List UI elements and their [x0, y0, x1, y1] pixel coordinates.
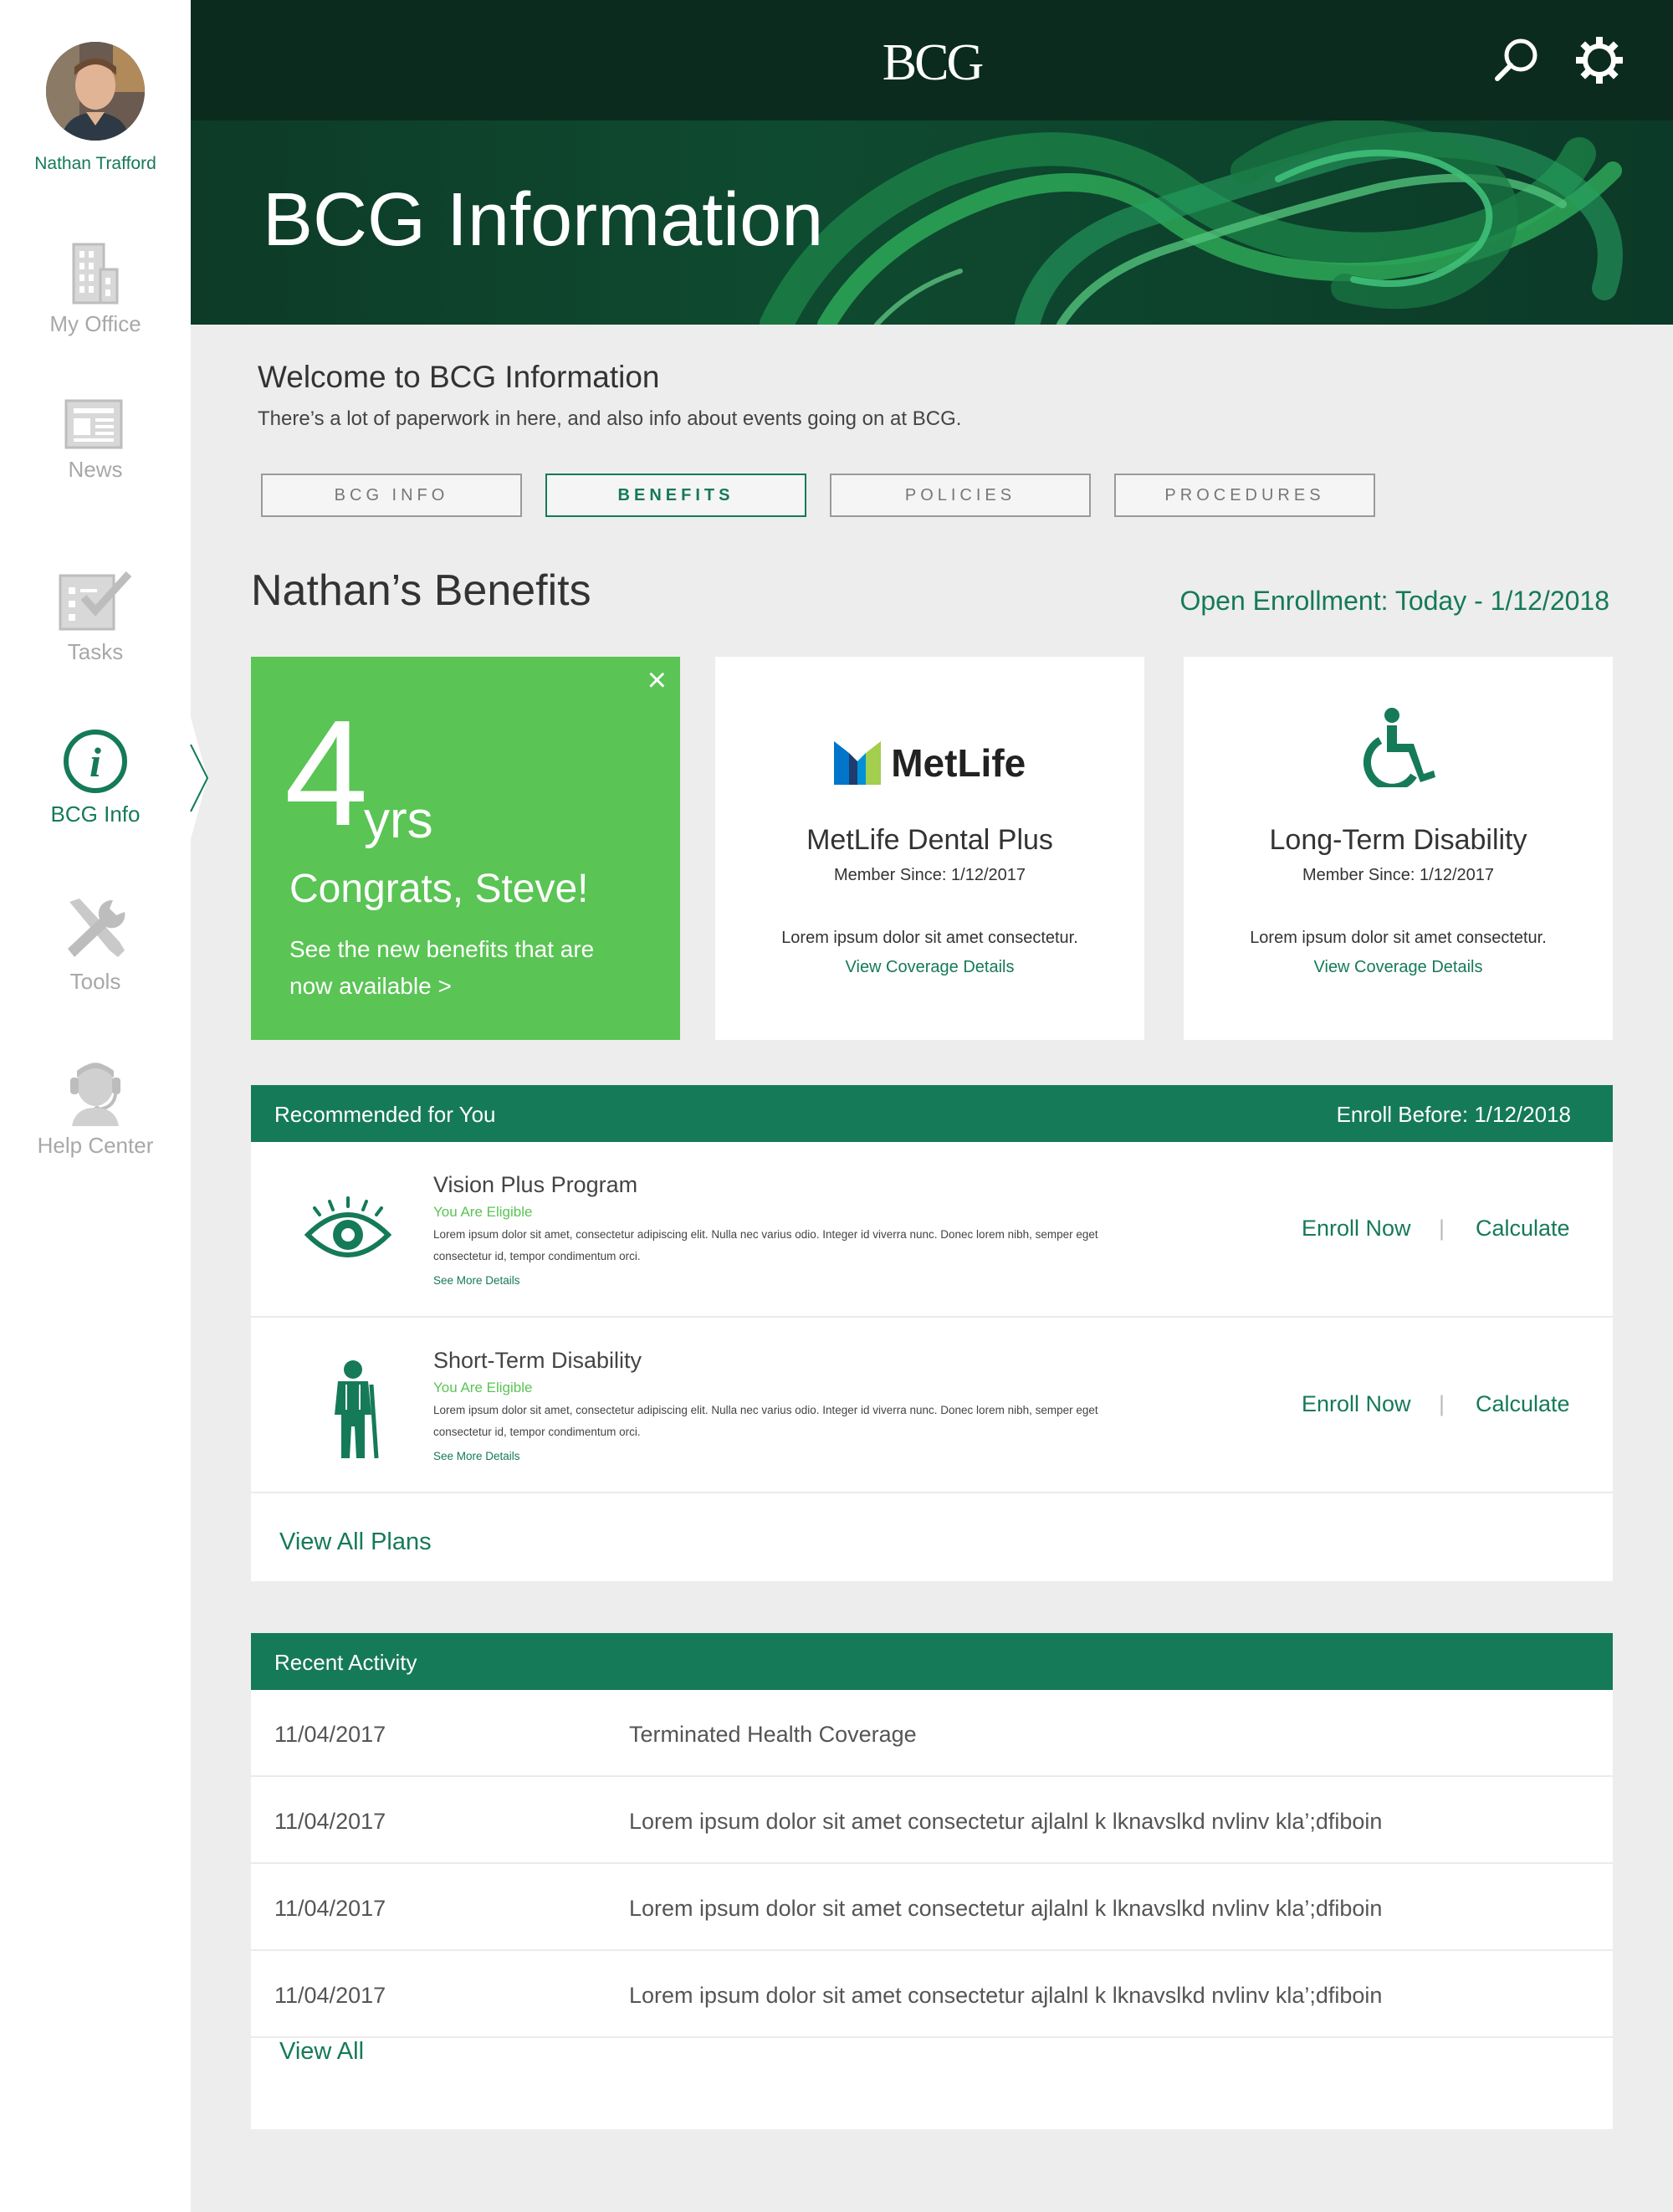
page-title: BCG Information — [263, 178, 824, 262]
years-unit: yrs — [364, 791, 433, 849]
tasks-checkbox-icon — [59, 571, 132, 631]
activity-date: 11/04/2017 — [274, 1983, 386, 2008]
bcg-logo[interactable]: BCG — [191, 33, 1673, 93]
benefit-card-title: Long-Term Disability — [1269, 824, 1527, 856]
member-since: Member Since: 1/12/2017 — [833, 866, 1026, 884]
member-since: Member Since: 1/12/2017 — [1302, 866, 1495, 884]
tab-benefits[interactable]: BENEFITS — [545, 474, 806, 517]
plan-title: Vision Plus Program — [433, 1172, 638, 1197]
welcome-subtitle: There’s a lot of paperwork in here, and … — [258, 407, 962, 430]
enroll-before-date: Enroll Before: 1/12/2018 — [1336, 1102, 1571, 1127]
recommended-panel: Vision Plus Program You Are Eligible Lor… — [251, 1142, 1613, 1581]
table-row: 11/04/2017 Lorem ipsum dolor sit amet co… — [251, 1951, 1613, 2038]
benefits-section-title: Nathan’s Benefits — [251, 566, 591, 615]
recent-activity-header: Recent Activity — [251, 1633, 1613, 1690]
calculate-button[interactable]: Calculate — [1476, 1391, 1570, 1417]
enroll-now-button[interactable]: Enroll Now — [1302, 1216, 1411, 1242]
eligibility-status: You Are Eligible — [433, 1380, 533, 1395]
table-row: 11/04/2017 Terminated Health Coverage — [251, 1690, 1613, 1777]
metlife-mark-icon — [833, 741, 881, 785]
nav-label-my-office: My Office — [49, 311, 141, 336]
action-separator: | — [1439, 1391, 1445, 1416]
view-coverage-link[interactable]: View Coverage Details — [1184, 958, 1613, 977]
view-all-activity-link[interactable]: View All — [279, 2038, 364, 2066]
tab-policies[interactable]: POLICIES — [830, 474, 1091, 517]
activity-description: Lorem ipsum dolor sit amet consectetur a… — [629, 1983, 1383, 2008]
metlife-logo: MetLife — [715, 740, 1144, 786]
avatar[interactable] — [46, 42, 145, 141]
plan-title: Short-Term Disability — [433, 1348, 642, 1373]
nav-item-help-center[interactable]: Help Center — [0, 1056, 191, 1159]
benefit-card-title: MetLife Dental Plus — [806, 824, 1053, 856]
see-more-details-link[interactable]: See More Details — [433, 1274, 520, 1287]
recent-activity-panel: 11/04/2017 Terminated Health Coverage 11… — [251, 1690, 1613, 2129]
newspaper-icon — [64, 399, 123, 449]
recommended-header: Recommended for You Enroll Before: 1/12/… — [251, 1085, 1613, 1142]
calculate-button[interactable]: Calculate — [1476, 1216, 1570, 1242]
close-icon[interactable]: × — [647, 662, 667, 699]
nav-label-bcg-info: BCG Info — [50, 801, 141, 827]
user-name[interactable]: Nathan Trafford — [0, 154, 191, 174]
activity-description: Lorem ipsum dolor sit amet consectetur a… — [629, 1896, 1383, 1921]
svg-text:i: i — [90, 739, 101, 786]
enroll-now-button[interactable]: Enroll Now — [1302, 1391, 1411, 1417]
view-all-plans-link[interactable]: View All Plans — [279, 1528, 432, 1556]
recent-activity-title: Recent Activity — [274, 1650, 417, 1675]
list-item: Vision Plus Program You Are Eligible Lor… — [251, 1142, 1613, 1318]
table-row: 11/04/2017 Lorem ipsum dolor sit amet co… — [251, 1777, 1613, 1864]
wheelchair-icon — [1363, 708, 1435, 787]
table-row: 11/04/2017 Lorem ipsum dolor sit amet co… — [251, 1864, 1613, 1951]
gear-icon[interactable] — [1574, 35, 1624, 85]
activity-date: 11/04/2017 — [274, 1722, 386, 1747]
nav-item-bcg-info[interactable]: i BCG Info — [0, 728, 191, 827]
activity-description: Terminated Health Coverage — [629, 1722, 917, 1747]
nav-label-help-center: Help Center — [37, 1133, 154, 1158]
benefit-card-long-term-disability: Long-Term Disability Member Since: 1/12/… — [1184, 657, 1613, 1040]
benefit-card-description: Lorem ipsum dolor sit amet consectetur. — [1250, 929, 1547, 947]
eligibility-status: You Are Eligible — [433, 1204, 533, 1220]
nav-item-tools[interactable]: Tools — [0, 895, 191, 995]
tools-icon — [68, 899, 125, 957]
nav-item-tasks[interactable]: Tasks — [0, 569, 191, 665]
plan-description: Lorem ipsum dolor sit amet, consectetur … — [433, 1404, 1098, 1438]
sidebar: Nathan Trafford My Office News Tasks i B… — [0, 0, 191, 2212]
main-content: BCG BCG Information Welcome to BCG Infor… — [191, 0, 1673, 2212]
plan-description: Lorem ipsum dolor sit amet, consectetur … — [433, 1228, 1098, 1262]
search-icon[interactable] — [1492, 35, 1543, 85]
years-number: 4 — [284, 689, 369, 858]
nav-item-my-office[interactable]: My Office — [0, 241, 191, 337]
nav-label-news: News — [68, 457, 123, 482]
benefit-card-metlife: MetLife MetLife Dental Plus Member Since… — [715, 657, 1144, 1040]
nav-label-tools: Tools — [69, 969, 121, 994]
top-bar: BCG — [191, 0, 1673, 120]
person-crutch-icon — [335, 1360, 379, 1459]
activity-date: 11/04/2017 — [274, 1809, 386, 1834]
building-icon — [72, 243, 119, 305]
info-icon: i — [64, 730, 127, 793]
benefit-card-description: Lorem ipsum dolor sit amet consectetur. — [781, 929, 1078, 947]
see-more-details-link[interactable]: See More Details — [433, 1450, 520, 1462]
tab-bcg-info[interactable]: BCG INFO — [261, 474, 522, 517]
activity-date: 11/04/2017 — [274, 1896, 386, 1921]
anniversary-card[interactable]: × 4 yrs Congrats, Steve! See the new ben… — [251, 657, 680, 1040]
activity-description: Lorem ipsum dolor sit amet consectetur a… — [629, 1809, 1383, 1834]
list-item: Short-Term Disability You Are Eligible L… — [251, 1318, 1613, 1493]
congrats-message: Congrats, Steve! — [289, 867, 589, 911]
nav-label-tasks: Tasks — [67, 639, 124, 664]
nav-item-news[interactable]: News — [0, 398, 191, 483]
tab-procedures[interactable]: PROCEDURES — [1114, 474, 1375, 517]
new-benefits-link[interactable]: See the new benefits that are now availa… — [289, 931, 641, 1005]
headset-icon — [70, 1062, 120, 1126]
hero-banner: BCG Information — [191, 120, 1673, 325]
eye-icon — [304, 1196, 391, 1257]
recommended-title: Recommended for You — [274, 1102, 496, 1127]
view-coverage-link[interactable]: View Coverage Details — [715, 958, 1144, 977]
welcome-title: Welcome to BCG Information — [258, 360, 660, 394]
open-enrollment-period: Open Enrollment: Today - 1/12/2018 — [1179, 586, 1609, 616]
action-separator: | — [1439, 1216, 1445, 1241]
metlife-wordmark: MetLife — [891, 741, 1026, 785]
